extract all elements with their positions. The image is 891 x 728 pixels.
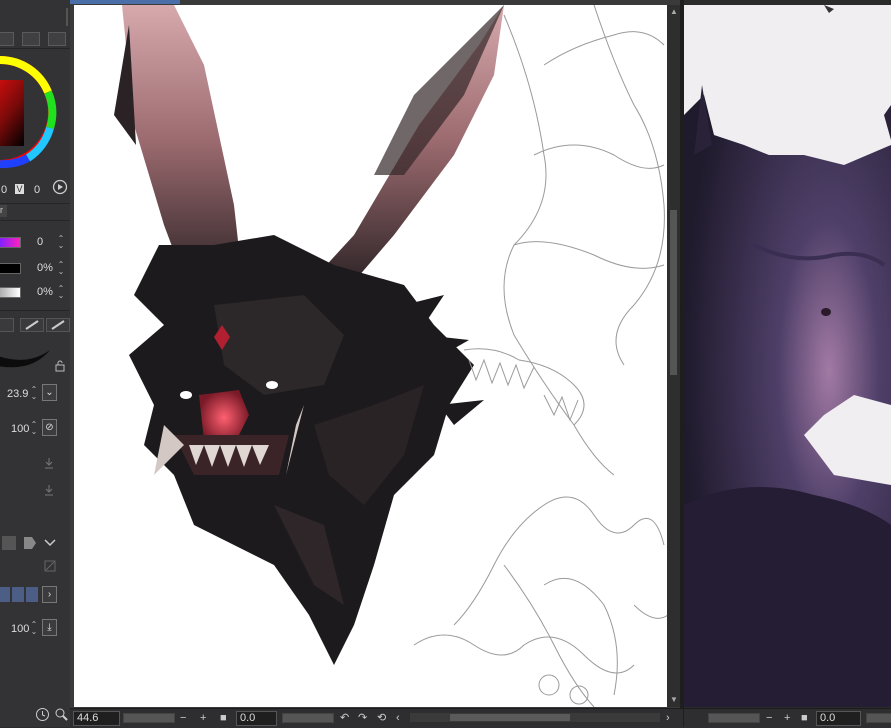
rotation-slider[interactable] [282,713,334,723]
divider [0,203,70,204]
color-mode-badge[interactable]: V [15,184,24,194]
undo-icon[interactable]: ↶ [340,711,349,725]
opacity-setting-button[interactable]: ⊘ [42,419,57,436]
redo-icon[interactable]: ↷ [358,711,367,725]
color-swatch[interactable] [12,587,24,602]
spin-arrows-icon[interactable]: ⌃ ⌄ [57,235,65,250]
scrollbar-thumb[interactable] [670,210,677,375]
color-slider-bar[interactable] [0,287,21,298]
fit-icon[interactable]: ■ [801,711,808,725]
rotation-field[interactable]: 0.0 [816,711,861,726]
chevron-down-icon[interactable] [44,538,56,548]
panel-tab-label[interactable]: r [0,205,7,217]
scroll-left-icon[interactable]: ‹ [396,711,400,725]
secondary-status-bar: − + ■ 0.0 [684,708,891,728]
spin-arrows-icon[interactable]: ⌃ ⌄ [30,421,38,436]
color-value-left: 0 [1,184,8,196]
spin-arrows-icon[interactable]: ⌃ ⌄ [57,285,65,300]
scrollbar-thumb[interactable] [450,714,570,721]
download-icon[interactable] [43,484,55,496]
color-slider-value: 0% [37,286,53,298]
play-circle-icon[interactable] [52,179,68,195]
zoom-out-icon[interactable]: − [180,711,186,725]
active-tab-indicator [70,0,180,4]
zoom-in-icon[interactable]: + [784,711,790,725]
panel-tab-icon[interactable] [0,32,14,46]
zoom-slider[interactable] [123,713,175,723]
main-canvas[interactable] [74,5,668,707]
brush-size-dropdown[interactable]: ⌄ [42,384,57,401]
color-slider-bar[interactable] [0,263,21,274]
chevron-right-icon[interactable]: › [42,586,57,603]
color-swatch[interactable] [26,587,38,602]
color-slider-bar[interactable] [0,237,21,248]
download-icon[interactable] [43,457,55,469]
scroll-up-icon[interactable]: ▲ [670,7,678,16]
color-slider-value: 0 [37,236,44,248]
lock-icon[interactable] [54,360,66,372]
divider [0,48,70,49]
color-swatch[interactable] [0,587,10,602]
clock-icon[interactable] [35,707,50,722]
scroll-right-icon[interactable]: › [666,711,670,725]
zoom-field[interactable]: 44.6 [73,711,120,726]
fit-icon[interactable]: ■ [220,711,227,725]
brush-tab[interactable] [46,318,70,332]
color-slider-value: 0% [37,262,53,274]
divider [0,310,70,311]
divider [0,220,70,221]
color-wheel-icon[interactable] [0,50,58,180]
tool-settings-icon[interactable] [54,707,69,722]
divider [66,8,68,26]
secondary-canvas[interactable] [684,5,891,707]
texture-preview-icon[interactable] [22,536,38,550]
zoom-slider[interactable] [708,713,760,723]
pen-icon [25,320,39,330]
clear-icon[interactable] [44,560,56,572]
opacity-value[interactable]: 100 [11,423,29,435]
dragon-head-artwork [114,5,668,707]
brush-stroke-preview [0,350,50,368]
canvas-status-bar: 44.6 − + ■ 0.0 ↶ ↷ ⟲ ‹ › [70,708,683,728]
panel-tab-icon[interactable] [22,32,40,46]
brush-tab[interactable] [0,318,14,332]
pen-icon [51,320,65,330]
density-value[interactable]: 100 [11,623,29,635]
brush-size-value[interactable]: 23.9 [7,388,28,400]
tool-property-panel: 0 V 0 r 0 ⌃ ⌄ 0% ⌃ ⌄ 0% ⌃ ⌄ 23.9 ⌃ ⌄ ⌄ 100 ⌃… [0,0,71,727]
vertical-scrollbar[interactable]: ▲ ▼ [667,5,680,707]
spin-arrows-icon[interactable]: ⌃ ⌄ [30,621,38,636]
download-icon[interactable]: ⤓ [42,619,57,636]
horizontal-scrollbar[interactable] [410,713,660,722]
spin-arrows-icon[interactable]: ⌃ ⌄ [30,386,38,401]
scroll-down-icon[interactable]: ▼ [670,695,678,704]
color-value-right: 0 [34,184,41,196]
rotate-icon[interactable]: ⟲ [377,711,386,725]
creature-body-artwork [684,5,891,707]
zoom-out-icon[interactable]: − [766,711,772,725]
rotation-slider[interactable] [866,713,891,723]
texture-icon[interactable] [2,536,16,550]
spin-arrows-icon[interactable]: ⌃ ⌄ [57,261,65,276]
zoom-in-icon[interactable]: + [200,711,206,725]
brush-tab[interactable] [20,318,44,332]
rotation-field[interactable]: 0.0 [236,711,277,726]
panel-tab-icon[interactable] [48,32,66,46]
